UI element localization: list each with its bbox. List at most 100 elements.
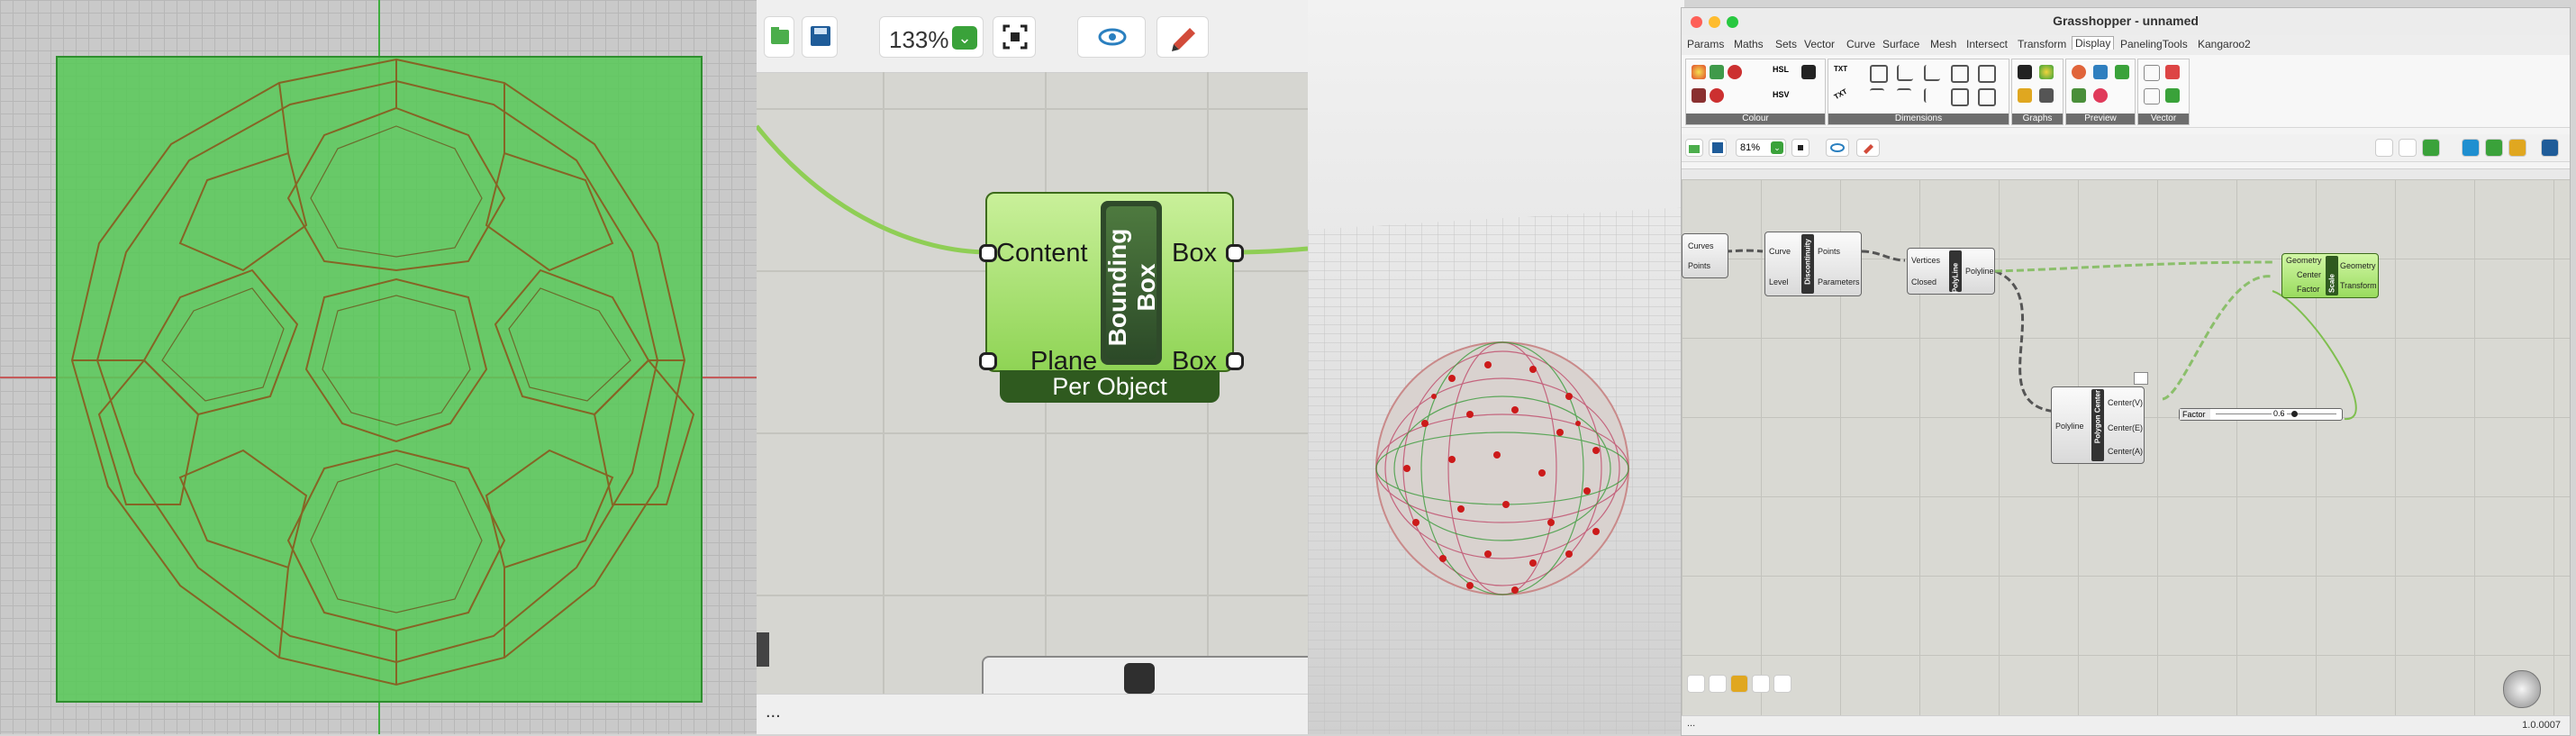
discontinuity-title: Discontinuity: [1803, 239, 1812, 285]
text-tag-3d-label[interactable]: TXT: [1833, 87, 1849, 101]
vector-display-icon[interactable]: [2165, 65, 2180, 79]
create-material-icon[interactable]: [2072, 88, 2086, 103]
tab-surface[interactable]: Surface: [1882, 38, 1919, 50]
preview-mode-selected[interactable]: [2422, 139, 2440, 157]
tab-intersect[interactable]: Intersect: [1966, 38, 2008, 50]
point-order-icon[interactable]: [2144, 88, 2160, 104]
zoomed-canvas[interactable]: Bounding Box Content Plane Box Box Per O…: [757, 72, 1308, 701]
folder-icon: [771, 27, 789, 44]
polygon-center-output-v: Center(V): [2108, 398, 2144, 407]
bar-graph-icon[interactable]: [2018, 65, 2032, 79]
custom-preview-icon[interactable]: [2072, 65, 2086, 79]
zoom-dropdown-small[interactable]: 81% ⌄: [1736, 139, 1786, 157]
input-port-plane[interactable]: [979, 352, 997, 370]
value-tracker-icon[interactable]: [2039, 88, 2054, 103]
hsl-label[interactable]: HSL: [1773, 65, 1789, 74]
tab-curve[interactable]: Curve: [1846, 38, 1875, 50]
scale-component[interactable]: Geometry Center Factor Scale Geometry Tr…: [2281, 253, 2379, 298]
tab-kangaroo2[interactable]: Kangaroo2: [2198, 38, 2251, 50]
tab-sets[interactable]: Sets: [1775, 38, 1797, 50]
tab-maths[interactable]: Maths: [1734, 38, 1764, 50]
draw-widget-button[interactable]: [1687, 675, 1705, 693]
zoom-extents-button-small[interactable]: [1791, 139, 1810, 157]
polyline-component[interactable]: Vertices Closed PolyLine Polyline: [1907, 248, 1995, 295]
text-tag-label[interactable]: TXT: [1834, 65, 1847, 73]
polygon-center-output-e: Center(E): [2108, 423, 2144, 432]
symbol-display-icon[interactable]: [2093, 88, 2108, 103]
tab-vector[interactable]: Vector: [1804, 38, 1835, 50]
pie-chart-icon[interactable]: [2039, 65, 2054, 79]
hsv-label[interactable]: HSV: [1773, 90, 1790, 99]
bounding-box-component[interactable]: Bounding Box Content Plane Box Box: [979, 192, 1244, 376]
slider-handle[interactable]: [2291, 411, 2298, 417]
open-file-button[interactable]: [764, 16, 794, 58]
tab-display[interactable]: Display: [2072, 36, 2115, 50]
output-port-box[interactable]: [1226, 244, 1244, 262]
vector-display-ex-icon[interactable]: [2165, 88, 2180, 103]
tab-panelingtools[interactable]: PanelingTools: [2120, 38, 2188, 50]
marker-dim-icon[interactable]: [1870, 88, 1884, 104]
explode-output: Points: [1688, 261, 1711, 270]
rhino-top-viewport[interactable]: [0, 0, 757, 734]
tab-transform[interactable]: Transform: [2018, 38, 2066, 50]
rhino-perspective-viewport[interactable]: [1308, 0, 1684, 734]
navigation-compass-icon[interactable]: [2503, 670, 2541, 708]
polyline-title: PolyLine: [1951, 262, 1960, 294]
output-port-box-2[interactable]: [1226, 352, 1244, 370]
display-mode-1[interactable]: [2462, 139, 2480, 157]
point-list-icon[interactable]: [2144, 65, 2160, 81]
sketch-button-small[interactable]: [1856, 139, 1880, 157]
ribbon-group-dimensions: TXT TXT Dimensions: [1828, 59, 2009, 125]
tab-mesh[interactable]: Mesh: [1930, 38, 1956, 50]
polyline-input-closed: Closed: [1911, 277, 1937, 286]
linear-dim-icon[interactable]: [1897, 65, 1913, 81]
open-file-button-small[interactable]: [1685, 139, 1703, 157]
polygon-center-component[interactable]: Polyline Polygon Center Center(V) Center…: [2051, 386, 2145, 464]
zoom-extents-button[interactable]: [993, 16, 1036, 58]
timer-widget-button[interactable]: [1730, 675, 1748, 693]
preview-toggle-button[interactable]: [1077, 16, 1146, 58]
ordinate-dim-icon[interactable]: [1924, 88, 1940, 103]
serial-dim-icon[interactable]: [1978, 65, 1996, 83]
select-widget-button[interactable]: [1709, 675, 1727, 693]
explode-component[interactable]: Curves Points: [1682, 233, 1728, 278]
angle-dim-icon[interactable]: [1978, 88, 1996, 106]
gradient-icon[interactable]: [1801, 65, 1816, 79]
angular-dim-icon[interactable]: [1870, 65, 1888, 83]
factor-slider[interactable]: Factor 0.6: [2179, 408, 2343, 421]
grasshopper-canvas[interactable]: Curves Points Curve Level Discontinuity …: [1682, 179, 2570, 715]
tab-params[interactable]: Params: [1687, 38, 1724, 50]
zoom-dropdown[interactable]: 133% ⌄: [879, 16, 984, 58]
save-file-button[interactable]: [802, 16, 838, 58]
colour-picker-icon[interactable]: [1728, 65, 1742, 79]
line-dim-icon[interactable]: [1897, 88, 1911, 104]
arc-dim-icon[interactable]: [1951, 88, 1969, 106]
cloud-display-icon[interactable]: [2093, 65, 2108, 79]
ribbon-group-label-preview: Preview: [2066, 114, 2135, 124]
dot-display-icon[interactable]: [2115, 65, 2129, 79]
save-file-button-small[interactable]: [1709, 139, 1727, 157]
display-mode-2[interactable]: [2485, 139, 2503, 157]
input-port-content[interactable]: [979, 244, 997, 262]
preview-mode-shaded[interactable]: [2399, 139, 2417, 157]
hand-widget-button[interactable]: [1773, 675, 1791, 693]
discontinuity-component[interactable]: Curve Level Discontinuity Points Paramet…: [1764, 232, 1862, 296]
colour-swatch-icon[interactable]: [1710, 65, 1724, 79]
preview-mode-wireframe[interactable]: [2375, 139, 2393, 157]
scale-input-factor: Factor: [2297, 285, 2320, 294]
colour-wheel-icon[interactable]: [1692, 65, 1706, 79]
ribbon-group-preview: Preview: [2065, 59, 2136, 125]
colour-rgb-icon[interactable]: [1692, 88, 1706, 103]
wire-widget-button[interactable]: [1752, 675, 1770, 693]
colour-cmyk-icon[interactable]: [1710, 88, 1724, 103]
preview-toggle-button-small[interactable]: [1826, 139, 1849, 157]
quick-graph-icon[interactable]: [2018, 88, 2032, 103]
aligned-dim-icon[interactable]: [1924, 65, 1940, 81]
radial-dim-icon[interactable]: [1951, 65, 1969, 83]
polygon-center-preview-toggle[interactable]: [2134, 372, 2148, 385]
status-text: ...: [766, 702, 781, 722]
sketch-button[interactable]: [1156, 16, 1209, 58]
display-mode-3[interactable]: [2508, 139, 2526, 157]
component-title-bar: Bounding Box: [1101, 201, 1162, 365]
display-mode-4[interactable]: [2541, 139, 2559, 157]
